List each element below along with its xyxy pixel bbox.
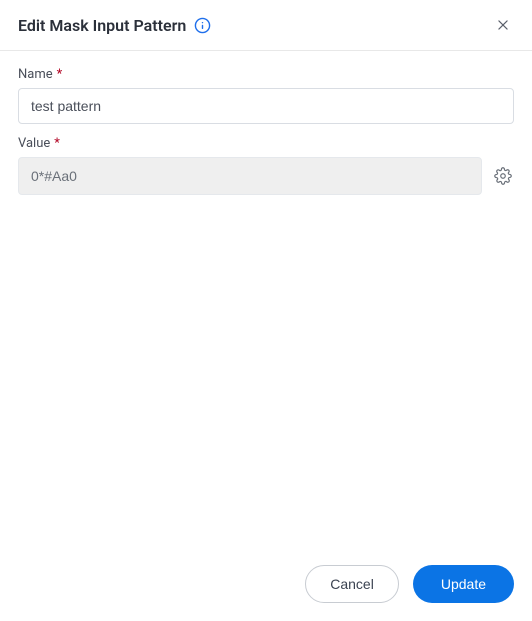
value-input[interactable] [18, 157, 482, 195]
dialog-body: Name * Value * [0, 51, 532, 551]
update-button[interactable]: Update [413, 565, 514, 603]
info-icon[interactable] [194, 17, 211, 34]
gear-icon [494, 173, 512, 188]
value-required-mark: * [54, 136, 60, 151]
name-input[interactable] [18, 88, 514, 124]
name-field-group: Name * [18, 67, 514, 124]
edit-mask-input-pattern-dialog: Edit Mask Input Pattern Name * [0, 0, 532, 621]
close-button[interactable] [492, 14, 514, 36]
dialog-title: Edit Mask Input Pattern [18, 16, 186, 35]
close-icon [496, 20, 510, 35]
value-label-row: Value * [18, 136, 514, 151]
cancel-button[interactable]: Cancel [305, 565, 399, 603]
header-left: Edit Mask Input Pattern [18, 16, 211, 35]
value-field-group: Value * [18, 136, 514, 195]
dialog-header: Edit Mask Input Pattern [0, 0, 532, 51]
name-required-mark: * [57, 67, 63, 82]
value-label: Value [18, 136, 50, 151]
value-settings-button[interactable] [492, 165, 514, 187]
name-label: Name [18, 67, 53, 82]
value-input-row [18, 157, 514, 195]
name-label-row: Name * [18, 67, 514, 82]
dialog-footer: Cancel Update [0, 551, 532, 621]
